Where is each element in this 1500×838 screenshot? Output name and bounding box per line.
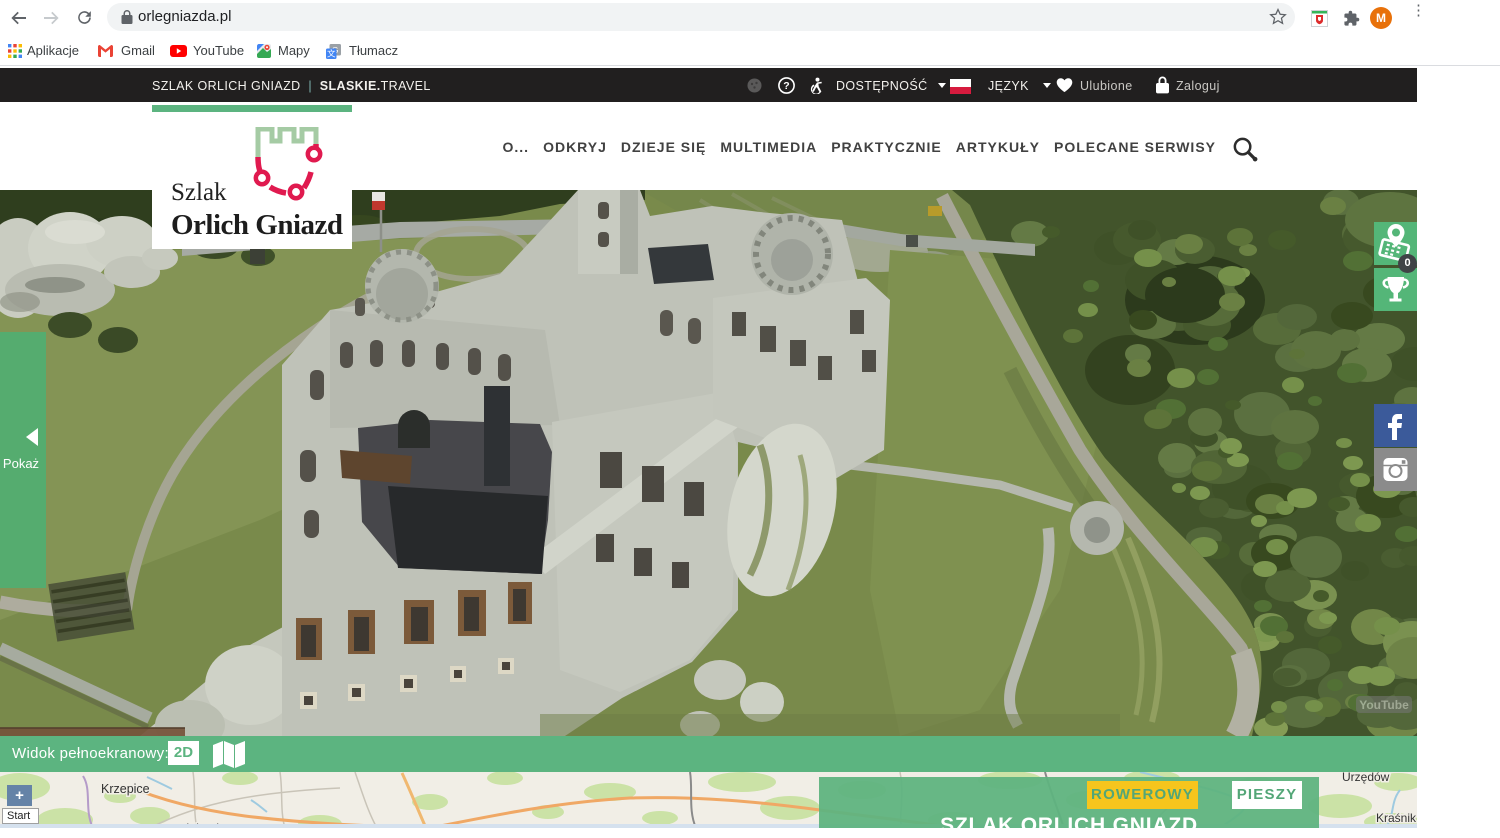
svg-text:Krzepice: Krzepice [101, 782, 150, 796]
svg-text:YouTube: YouTube [1359, 698, 1409, 712]
svg-text:Kraśnik: Kraśnik [1376, 811, 1417, 825]
svg-text:?: ? [783, 80, 789, 92]
svg-text:Urzędów: Urzędów [1342, 772, 1390, 784]
svg-text:文: 文 [327, 49, 336, 59]
